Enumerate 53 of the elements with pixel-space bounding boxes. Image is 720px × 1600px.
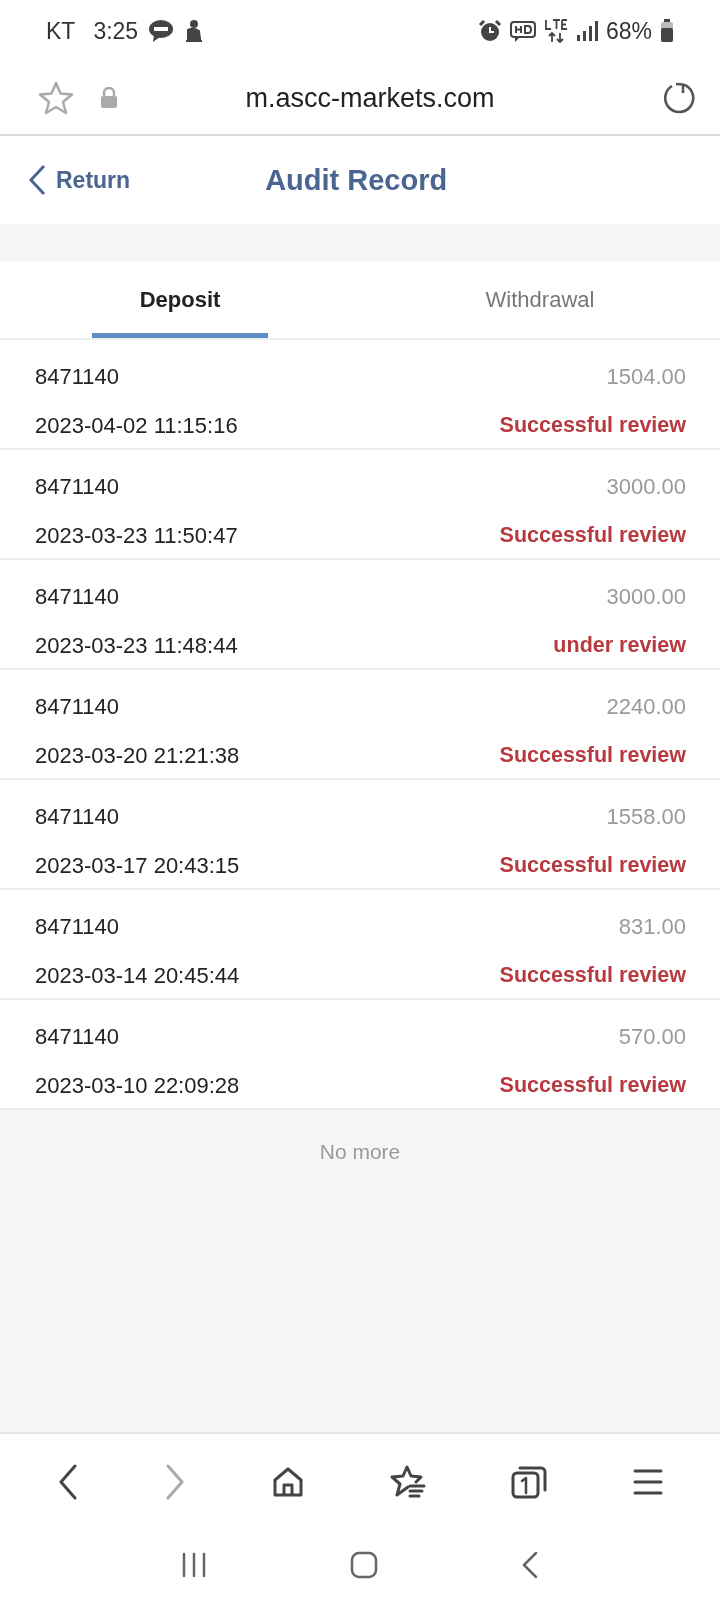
review-status: Successful review [499, 523, 686, 549]
timestamp: 2023-03-10 22:09:28 [35, 1073, 241, 1100]
bookmarks-icon[interactable] [389, 1465, 426, 1499]
amount: 1504.00 [605, 364, 686, 391]
lock-icon [100, 87, 118, 109]
clock-time: 3:25 [93, 17, 139, 45]
account-number: 8471140 [35, 914, 120, 941]
amount: 831.00 [617, 914, 686, 941]
battery-icon [660, 19, 674, 43]
account-number: 8471140 [35, 474, 120, 501]
lte-signal-icon [543, 18, 568, 44]
return-button[interactable]: Return [28, 164, 131, 196]
carrier-name: KT [46, 17, 76, 45]
review-status: under review [553, 633, 686, 659]
amount: 1558.00 [605, 804, 686, 831]
timestamp: 2023-03-14 20:45:44 [35, 963, 241, 990]
alarm-icon [477, 19, 502, 43]
tab[interactable]: Withdrawal [360, 262, 720, 338]
timestamp: 2023-03-23 11:50:47 [35, 523, 239, 550]
review-status: Successful review [499, 963, 686, 989]
account-number: 8471140 [35, 364, 120, 391]
timestamp: 2023-03-20 21:21:38 [35, 743, 241, 770]
reload-icon[interactable] [662, 81, 696, 115]
timestamp: 2023-03-23 11:48:44 [35, 633, 239, 660]
system-back-icon[interactable] [520, 1551, 539, 1579]
account-number: 8471140 [35, 1024, 120, 1051]
back-chevron-icon [28, 164, 46, 196]
star-icon[interactable] [38, 81, 74, 115]
recents-icon[interactable] [181, 1552, 208, 1578]
hd-icon [509, 19, 536, 43]
review-status: Successful review [499, 853, 686, 879]
account-number: 8471140 [35, 694, 120, 721]
timestamp: 2023-03-17 20:43:15 [35, 853, 241, 880]
amount: 570.00 [617, 1024, 686, 1051]
account-number: 8471140 [35, 804, 120, 831]
battery-percent: 68% [605, 17, 652, 45]
home-icon[interactable] [272, 1466, 305, 1498]
amount: 3000.00 [605, 474, 686, 501]
home-button-icon[interactable] [350, 1551, 378, 1579]
account-number: 8471140 [35, 584, 120, 611]
signal-icon [575, 20, 598, 42]
review-status: Successful review [499, 413, 686, 439]
page-title: Audit Record [265, 163, 448, 197]
amount: 3000.00 [605, 584, 686, 611]
person-icon [184, 19, 205, 43]
chat-bubble-icon [148, 19, 175, 43]
menu-icon[interactable] [633, 1468, 664, 1496]
tabs-icon[interactable] [511, 1465, 548, 1499]
amount: 2240.00 [605, 694, 686, 721]
no-more-text: No more [318, 1139, 402, 1164]
timestamp: 2023-04-02 11:15:16 [35, 413, 239, 440]
review-status: Successful review [499, 743, 686, 769]
review-status: Successful review [499, 1073, 686, 1099]
